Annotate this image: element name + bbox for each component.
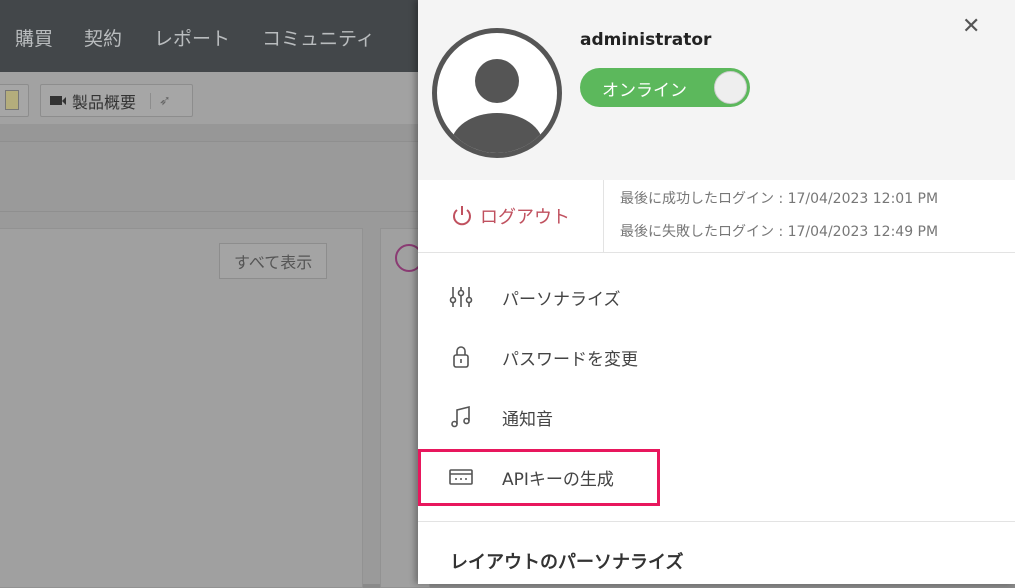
menu-item-notification-sound[interactable]: 通知音 <box>448 404 553 430</box>
menu-item-label: 通知音 <box>502 409 553 430</box>
clipboard-button[interactable] <box>0 84 29 117</box>
last-failed-login: 最後に失敗したログイン : 17/04/2023 12:49 PM <box>620 224 939 240</box>
power-icon <box>453 206 471 226</box>
content-area <box>0 142 420 212</box>
menu-item-change-password[interactable]: パスワードを変更 <box>448 344 638 370</box>
top-nav: 購買 契約 レポート コミュニティ <box>0 0 420 72</box>
user-silhouette-icon <box>451 59 543 153</box>
rocket-icon: ➶ <box>150 92 171 109</box>
lock-icon <box>453 346 469 368</box>
divider <box>603 180 604 253</box>
avatar <box>432 28 562 158</box>
online-status-toggle[interactable]: オンライン <box>580 68 750 107</box>
user-profile-panel: ✕ administrator オンライン ログアウト 最後に成功したログイン … <box>418 0 1015 584</box>
last-success-login: 最後に成功したログイン : 17/04/2023 12:01 PM <box>620 191 939 207</box>
nav-community[interactable]: コミュニティ <box>262 24 375 51</box>
toggle-knob <box>714 71 747 104</box>
video-camera-icon <box>50 96 66 105</box>
menu-item-label: パスワードを変更 <box>502 349 638 370</box>
product-overview-label: 製品概要 <box>72 92 137 112</box>
divider <box>418 521 1015 522</box>
menu-item-label: パーソナライズ <box>502 289 621 310</box>
menu-item-personalize[interactable]: パーソナライズ <box>448 284 621 310</box>
highlight-box <box>418 449 660 506</box>
divider-strip <box>0 124 420 142</box>
toggle-label: オンライン <box>602 81 687 101</box>
username: administrator <box>580 30 712 50</box>
music-note-icon <box>451 405 470 428</box>
sliders-icon <box>449 287 473 307</box>
nav-purchase[interactable]: 購買 <box>15 24 53 51</box>
product-overview-button[interactable]: 製品概要 ➶ <box>40 84 193 117</box>
logout-label: ログアウト <box>480 207 570 228</box>
logout-button[interactable]: ログアウト <box>450 203 570 229</box>
nav-reports[interactable]: レポート <box>154 24 230 51</box>
close-icon[interactable]: ✕ <box>962 14 980 39</box>
section-heading: レイアウトのパーソナライズ <box>450 552 684 573</box>
dashboard-card: すべて表示 <box>0 228 363 588</box>
nav-contracts[interactable]: 契約 <box>84 24 122 51</box>
show-all-button[interactable]: すべて表示 <box>219 243 328 279</box>
clipboard-icon <box>5 90 19 110</box>
